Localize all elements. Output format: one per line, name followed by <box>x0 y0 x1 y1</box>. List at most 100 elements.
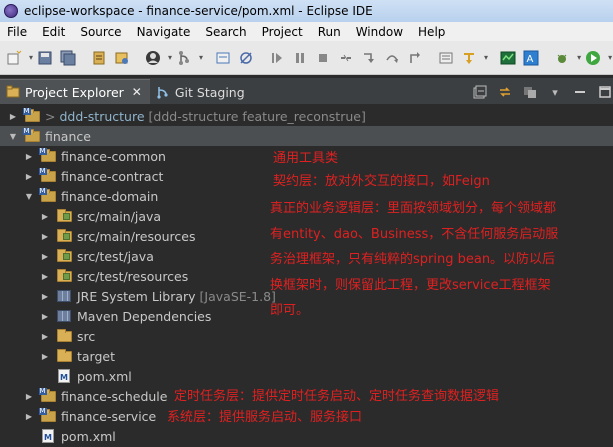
expand-arrow-icon[interactable]: ▶ <box>24 391 34 401</box>
menu-bar: File Edit Source Navigate Search Project… <box>0 22 613 41</box>
eclipse-app-icon <box>4 4 18 18</box>
collapse-all-icon[interactable] <box>472 84 488 100</box>
menu-help[interactable]: Help <box>411 25 453 39</box>
skip-breakpoints-icon[interactable] <box>238 50 254 66</box>
close-icon[interactable]: ✕ <box>132 85 142 99</box>
build-icon[interactable] <box>91 50 107 66</box>
open-task-icon[interactable] <box>438 50 454 66</box>
menu-run[interactable]: Run <box>311 25 349 39</box>
tree-item-domain-pom[interactable]: M pom.xml <box>0 366 613 386</box>
tree-item-label: target <box>77 348 116 364</box>
tree-item-label: JRE System Library <box>77 288 196 304</box>
tree-item-root-pom[interactable]: M pom.xml <box>0 426 613 446</box>
tab-project-explorer[interactable]: Project Explorer ✕ <box>0 79 150 104</box>
view-menu-icon[interactable]: ▾ <box>547 84 563 100</box>
assist-icon[interactable]: A <box>523 50 539 66</box>
menu-source[interactable]: Source <box>73 25 129 39</box>
menu-search[interactable]: Search <box>198 25 254 39</box>
new-wizard-icon[interactable] <box>6 50 22 66</box>
git-dropdown-icon[interactable]: ▾ <box>199 50 203 66</box>
tree-item-label: Maven Dependencies <box>77 308 212 324</box>
view-toolbar: ▾ <box>463 82 613 102</box>
disconnect-icon[interactable] <box>338 50 354 66</box>
menu-window[interactable]: Window <box>349 25 411 39</box>
external-tools-icon[interactable] <box>114 50 130 66</box>
step-into-icon[interactable] <box>361 50 377 66</box>
annotation-dropdown-icon[interactable]: ▾ <box>484 50 488 66</box>
resume-icon[interactable] <box>269 50 285 66</box>
tab-project-explorer-label: Project Explorer <box>25 84 124 100</box>
run-dropdown-icon[interactable]: ▾ <box>608 50 612 66</box>
expand-arrow-icon[interactable]: ▶ <box>8 111 18 121</box>
tree-item-target[interactable]: ▶ target <box>0 346 613 366</box>
tree-item-label: finance-contract <box>61 168 164 184</box>
tree-item-label: finance-domain <box>61 188 159 204</box>
expand-arrow-icon[interactable]: ▶ <box>40 331 50 341</box>
new-dropdown-icon[interactable]: ▾ <box>29 50 33 66</box>
save-all-icon[interactable] <box>60 50 76 66</box>
collapse-arrow-icon[interactable]: ▼ <box>24 191 34 201</box>
annotation-common: 通用工具类 <box>273 151 339 166</box>
project-folder-icon <box>38 187 56 203</box>
source-folder-icon <box>56 248 72 263</box>
save-icon[interactable] <box>37 50 53 66</box>
run-icon[interactable] <box>585 50 601 66</box>
git-dirty-marker: > <box>45 108 56 124</box>
expand-arrow-icon[interactable]: ▶ <box>40 311 50 321</box>
link-with-editor-icon[interactable] <box>497 84 513 100</box>
profile-icon[interactable] <box>145 50 161 66</box>
tree-item-label: pom.xml <box>61 428 116 444</box>
library-icon <box>56 309 72 323</box>
minimize-view-icon[interactable] <box>572 84 588 100</box>
menu-project[interactable]: Project <box>255 25 311 39</box>
debug-icon[interactable] <box>554 50 570 66</box>
tab-git-staging[interactable]: Git Staging <box>150 80 253 104</box>
expand-arrow-icon[interactable]: ▶ <box>40 351 50 361</box>
project-folder-icon <box>38 407 56 423</box>
folder-icon <box>56 348 72 363</box>
tree-item-label: pom.xml <box>77 368 132 384</box>
terminate-icon[interactable] <box>315 50 331 66</box>
tree-item-label: src/test/resources <box>77 268 189 284</box>
tree-item-ddd-structure[interactable]: ▶ > ddd-structure [ddd-structure feature… <box>0 106 613 126</box>
step-over-icon[interactable] <box>384 50 400 66</box>
collapse-arrow-icon[interactable]: ▼ <box>8 131 18 141</box>
debug-dropdown-icon[interactable]: ▾ <box>577 50 581 66</box>
profile-dropdown-icon[interactable]: ▾ <box>168 50 172 66</box>
expand-arrow-icon[interactable]: ▶ <box>40 251 50 261</box>
view-filter-icon[interactable] <box>522 84 538 100</box>
tree-item-label: finance-schedule <box>61 388 168 404</box>
suspend-icon[interactable] <box>292 50 308 66</box>
step-return-icon[interactable] <box>407 50 423 66</box>
svg-text:A: A <box>527 54 534 65</box>
library-icon <box>56 289 72 303</box>
performance-icon[interactable] <box>500 50 516 66</box>
xml-file-icon: M <box>40 429 56 443</box>
xml-file-icon: M <box>56 369 72 383</box>
project-folder-icon <box>38 147 56 163</box>
maximize-view-icon[interactable] <box>597 84 613 100</box>
expand-arrow-icon[interactable]: ▶ <box>40 231 50 241</box>
tab-git-staging-label: Git Staging <box>174 84 245 100</box>
annotation-domain-line-3: 务治理框架，只有纯粹的spring bean。以防以后 <box>270 252 556 267</box>
expand-arrow-icon[interactable]: ▶ <box>40 271 50 281</box>
main-toolbar: ▾ ▾ ▾ ▾ A ▾ ▾ <box>0 41 613 75</box>
tree-item-label: src/main/resources <box>77 228 196 244</box>
expand-arrow-icon[interactable]: ▶ <box>24 411 34 421</box>
expand-arrow-icon[interactable]: ▶ <box>40 291 50 301</box>
expand-arrow-icon[interactable]: ▶ <box>40 211 50 221</box>
tree-item-label: finance-service <box>61 408 157 424</box>
console-icon[interactable] <box>215 50 231 66</box>
tree-item-label: ddd-structure <box>59 108 145 124</box>
expand-arrow-icon[interactable]: ▶ <box>24 151 34 161</box>
expand-arrow-icon[interactable]: ▶ <box>24 171 34 181</box>
tree-item-finance[interactable]: ▼ finance <box>0 126 613 146</box>
menu-navigate[interactable]: Navigate <box>130 25 199 39</box>
project-folder-icon <box>38 387 56 403</box>
annotation-domain-line-4: 换框架时，则保留此工程，更改service工程框架 <box>270 278 551 293</box>
menu-file[interactable]: File <box>0 25 35 39</box>
tree-item-src[interactable]: ▶ src <box>0 326 613 346</box>
menu-edit[interactable]: Edit <box>35 25 73 39</box>
next-annotation-icon[interactable] <box>461 50 477 66</box>
git-icon[interactable] <box>176 50 192 66</box>
